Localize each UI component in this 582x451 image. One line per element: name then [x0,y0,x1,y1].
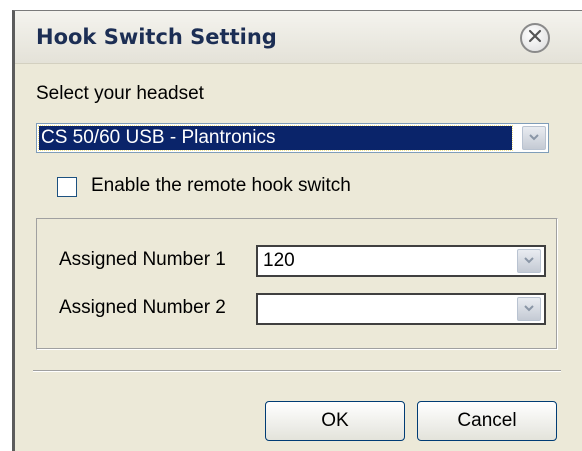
assigned-number-2-dropdown[interactable] [517,297,541,321]
cancel-button[interactable]: Cancel [417,401,557,441]
remote-hook-label[interactable]: Enable the remote hook switch [91,175,351,197]
dialog-title: Hook Switch Setting [36,25,277,49]
headset-select-value: CS 50/60 USB - Plantronics [38,125,513,151]
select-headset-label: Select your headset [36,83,204,104]
chevron-down-icon [523,252,535,270]
assigned-number-1-dropdown[interactable] [517,249,541,273]
assigned-numbers-group: Assigned Number 1 120 Assigned Number 2 [36,218,558,350]
close-button[interactable] [520,23,550,53]
separator [33,370,561,372]
assigned-number-1-combo[interactable]: 120 [256,245,546,277]
headset-dropdown-button[interactable] [522,126,546,150]
hook-switch-dialog: Hook Switch Setting Select your headset … [12,10,582,451]
assigned-number-2-label: Assigned Number 2 [59,297,226,318]
remote-hook-checkbox[interactable] [57,177,77,197]
close-icon [527,28,543,49]
chevron-down-icon [528,129,540,147]
ok-button[interactable]: OK [265,401,405,441]
assigned-number-1-value: 120 [263,250,295,271]
chevron-down-icon [523,300,535,318]
assigned-number-1-label: Assigned Number 1 [59,249,226,270]
title-bar[interactable]: Hook Switch Setting [15,11,582,64]
headset-select[interactable]: CS 50/60 USB - Plantronics [36,123,549,153]
assigned-number-2-combo[interactable] [256,293,546,325]
